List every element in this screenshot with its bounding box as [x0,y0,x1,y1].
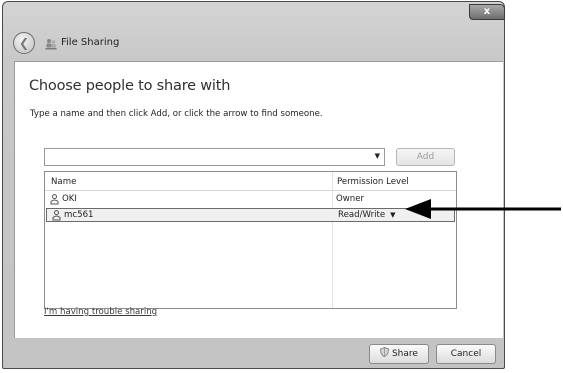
sharing-list: Name Permission Level OKI Owner mc561 Re… [44,171,457,309]
column-header-permission[interactable]: Permission Level [337,177,409,187]
permission-level: Read/Write [338,210,386,220]
close-icon: x [483,6,491,17]
user-icon [52,210,61,221]
list-item-selected[interactable]: mc561 Read/Write ▼ [46,208,455,222]
user-name: mc561 [64,210,94,220]
column-header-name[interactable]: Name [51,177,76,187]
list-header: Name Permission Level [45,172,456,191]
user-name: OKI [62,194,77,204]
dropdown-arrow-icon[interactable]: ▼ [375,152,380,160]
share-label: Share [391,349,418,359]
back-arrow-icon: ❮ [18,36,30,50]
title-bar: ❮ File Sharing [13,32,313,56]
share-button[interactable]: Share [369,344,429,364]
permission-level: Owner [336,194,365,204]
file-sharing-icon [45,39,57,50]
annotation-arrow-icon [405,199,561,219]
permission-dropdown[interactable]: Read/Write ▼ [338,210,396,220]
cancel-button[interactable]: Cancel [436,344,496,364]
add-button[interactable]: Add [396,148,455,166]
shield-icon [380,347,389,357]
list-item[interactable]: OKI Owner [45,193,456,206]
instruction-text: Type a name and then click Add, or click… [30,109,323,119]
name-combobox[interactable]: ▼ [44,148,385,166]
page-title: Choose people to share with [29,78,231,94]
close-button[interactable]: x [469,4,505,20]
window-title: File Sharing [61,37,120,48]
trouble-sharing-link[interactable]: I'm having trouble sharing [44,307,157,317]
user-icon [50,194,59,205]
back-button[interactable]: ❮ [13,32,35,54]
dropdown-arrow-icon[interactable]: ▼ [388,211,395,219]
